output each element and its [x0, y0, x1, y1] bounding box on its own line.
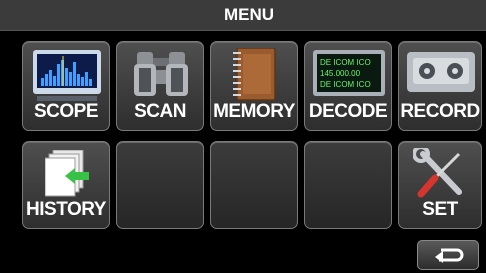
scope-button[interactable]: SCOPE: [22, 41, 110, 131]
wrench-screwdriver-icon: [413, 148, 462, 198]
memory-button[interactable]: MEMORY: [210, 41, 298, 131]
memory-label: MEMORY: [213, 101, 295, 122]
record-button[interactable]: RECORD: [398, 41, 482, 131]
empty-slot-2: [210, 141, 298, 229]
history-label: HISTORY: [26, 199, 106, 220]
set-label: SET: [422, 199, 458, 220]
decode-line-2: 145.000.00: [320, 69, 361, 78]
decode-line-3: DE ICOM ICO: [320, 80, 371, 89]
history-button[interactable]: HISTORY: [22, 141, 110, 229]
title-bar: MENU: [0, 0, 486, 31]
scan-button[interactable]: SCAN: [116, 41, 204, 131]
return-arrow-icon: [435, 248, 464, 263]
decode-line-1: DE ICOM ICO: [320, 58, 371, 67]
decode-button[interactable]: DE ICOM ICO 145.000.00 DE ICOM ICO DECOD…: [304, 41, 392, 131]
back-button[interactable]: [417, 240, 479, 270]
history-arrow-icon: [45, 150, 89, 197]
scope-label: SCOPE: [33, 101, 99, 122]
spectrum-scope-icon: [33, 50, 101, 101]
empty-slot-1: [116, 141, 204, 229]
decode-label: DECODE: [308, 101, 388, 122]
menu-title: MENU: [223, 5, 275, 24]
set-button[interactable]: SET: [398, 141, 482, 229]
binoculars-icon: [134, 52, 188, 96]
notebook-icon: [233, 48, 276, 101]
decode-display-icon: DE ICOM ICO 145.000.00 DE ICOM ICO: [313, 50, 385, 96]
record-label: RECORD: [400, 101, 480, 122]
empty-slot-3: [304, 141, 392, 229]
menu-screen: MENU SCOPE SCAN MEMORY DE ICOM ICO 145.0…: [0, 0, 486, 273]
cassette-icon: [407, 52, 475, 92]
scan-label: SCAN: [134, 101, 186, 122]
